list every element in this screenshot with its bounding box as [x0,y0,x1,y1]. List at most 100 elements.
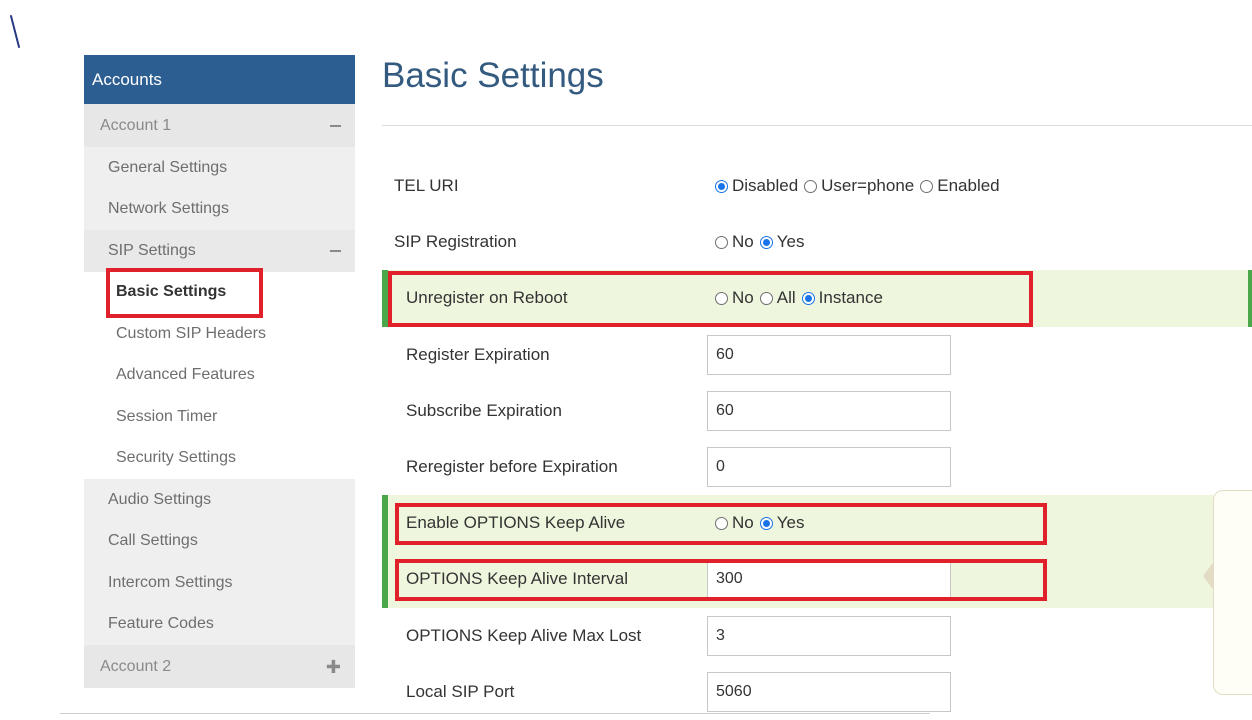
sidebar-group-account-1[interactable]: Account 1 [84,104,355,147]
settings-form: TEL URI Disabled User=phone Enabled SIP … [382,158,1252,720]
collapse-minus-icon[interactable] [330,249,341,252]
tel-uri-option-enabled[interactable]: Enabled [920,176,1000,196]
options-keep-alive-option-yes[interactable]: Yes [759,513,804,533]
sidebar-group-label: Account 1 [100,116,172,134]
sidebar-item-network-settings[interactable]: Network Settings [84,188,355,230]
unregister-option-all[interactable]: All [759,288,796,308]
radio-unchecked-icon[interactable] [920,179,934,193]
sidebar-subitem-session-timer[interactable]: Session Timer [84,396,355,438]
field-label: TEL URI [394,176,459,196]
tel-uri-option-disabled[interactable]: Disabled [715,176,798,196]
row-reregister-before-expiration: Reregister before Expiration [382,439,1252,495]
control-wrap [707,615,951,656]
row-subscribe-expiration: Subscribe Expiration [382,383,1252,439]
collapse-minus-icon[interactable] [330,124,341,127]
sip-registration-option-no[interactable]: No [715,232,754,252]
field-label: SIP Registration [394,232,517,252]
control-wrap [707,334,951,375]
sip-registration-option-yes[interactable]: Yes [759,232,805,252]
highlight-bar [382,495,388,552]
pen-stroke-mark [10,15,20,48]
options-keep-alive-radio-group: No Yes [715,513,810,533]
field-label: Subscribe Expiration [406,400,562,420]
radio-unchecked-icon[interactable] [715,235,728,249]
subscribe-expiration-input[interactable] [707,390,951,431]
sidebar-item-intercom-settings[interactable]: Intercom Settings [84,562,355,604]
register-expiration-input[interactable] [707,334,951,375]
sidebar-subitem-advanced-features[interactable]: Advanced Features [84,354,355,396]
unregister-radio-group: No All Instance [715,288,889,308]
highlight-bar [382,551,388,608]
sidebar-item-audio-settings[interactable]: Audio Settings [84,479,355,521]
row-register-expiration: Register Expiration [382,327,1252,383]
sidebar-item-label: SIP Settings [108,241,196,259]
row-unregister-on-reboot: Unregister on Reboot No All Instance [382,270,1252,327]
highlight-bar [382,270,388,327]
unregister-option-no[interactable]: No [715,288,754,308]
sidebar-subitem-basic-settings[interactable]: Basic Settings [84,271,355,313]
sidebar-subitem-security-settings[interactable]: Security Settings [84,437,355,479]
sidebar-group-account-2[interactable]: Account 2 ✚ [84,645,355,688]
option-label: No [732,232,754,252]
sidebar-item-general-settings[interactable]: General Settings [84,147,355,189]
option-label: No [732,513,754,533]
option-label: Yes [776,232,805,252]
control-wrap [707,390,951,431]
option-label: Enabled [937,176,1000,196]
sidebar-header-accounts[interactable]: Accounts [84,55,355,104]
sidebar-item-sip-settings[interactable]: SIP Settings [84,230,355,272]
options-keep-alive-option-no[interactable]: No [715,513,754,533]
title-divider [382,125,1252,126]
reregister-before-expiration-input[interactable] [707,447,951,488]
options-keep-alive-interval-input[interactable] [707,559,951,600]
sidebar-item-label: General Settings [108,158,228,176]
highlight-bar-right [1248,270,1252,327]
unregister-option-instance[interactable]: Instance [801,288,883,308]
field-label: OPTIONS Keep Alive Max Lost [406,625,642,645]
option-label: User=phone [821,176,915,196]
sidebar-subitem-label: Session Timer [116,407,218,425]
row-enable-options-keep-alive: Enable OPTIONS Keep Alive No Yes [382,495,1252,552]
sidebar-subitem-label: Custom SIP Headers [116,324,266,342]
page-title: Basic Settings [382,56,604,95]
tel-uri-radio-group: Disabled User=phone Enabled [715,176,1006,196]
field-label: Reregister before Expiration [406,457,618,477]
sidebar-item-label: Audio Settings [108,490,212,508]
sidebar-subitem-custom-sip-headers[interactable]: Custom SIP Headers [84,313,355,355]
radio-unchecked-icon[interactable] [715,291,728,305]
radio-unchecked-icon[interactable] [715,516,728,530]
row-local-sip-port: Local SIP Port [382,664,1252,720]
bottom-divider [60,713,930,714]
option-label: No [732,288,754,308]
sidebar-subitem-label: Basic Settings [116,283,227,301]
expand-plus-icon[interactable]: ✚ [326,658,341,676]
row-options-keep-alive-interval: OPTIONS Keep Alive Interval [382,551,1252,608]
sidebar-item-label: Call Settings [108,532,198,550]
field-label: Local SIP Port [406,681,515,701]
option-label: Instance [818,288,883,308]
radio-checked-icon[interactable] [801,291,815,305]
radio-checked-icon[interactable] [759,235,773,249]
tel-uri-option-user-phone[interactable]: User=phone [804,176,914,196]
options-keep-alive-max-lost-input[interactable] [707,615,951,656]
sidebar-item-label: Network Settings [108,200,229,218]
sip-registration-radio-group: No Yes [715,232,810,252]
sidebar-item-call-settings[interactable]: Call Settings [84,520,355,562]
sidebar-group-label: Account 2 [100,657,172,675]
control-wrap [707,671,951,712]
sidebar-item-label: Feature Codes [108,615,214,633]
local-sip-port-input[interactable] [707,671,951,712]
radio-checked-icon[interactable] [759,516,773,530]
control-wrap [707,559,951,600]
sidebar-nav: Accounts Account 1 General Settings Netw… [84,55,355,688]
option-label: Disabled [732,176,799,196]
radio-unchecked-icon[interactable] [759,291,773,305]
radio-unchecked-icon[interactable] [804,179,818,193]
field-label: Register Expiration [406,344,550,364]
option-label: All [776,288,796,308]
row-options-keep-alive-max-lost: OPTIONS Keep Alive Max Lost [382,608,1252,664]
radio-checked-icon[interactable] [715,179,728,193]
sidebar-item-feature-codes[interactable]: Feature Codes [84,603,355,645]
control-wrap [707,447,951,488]
field-label: Unregister on Reboot [406,288,568,308]
